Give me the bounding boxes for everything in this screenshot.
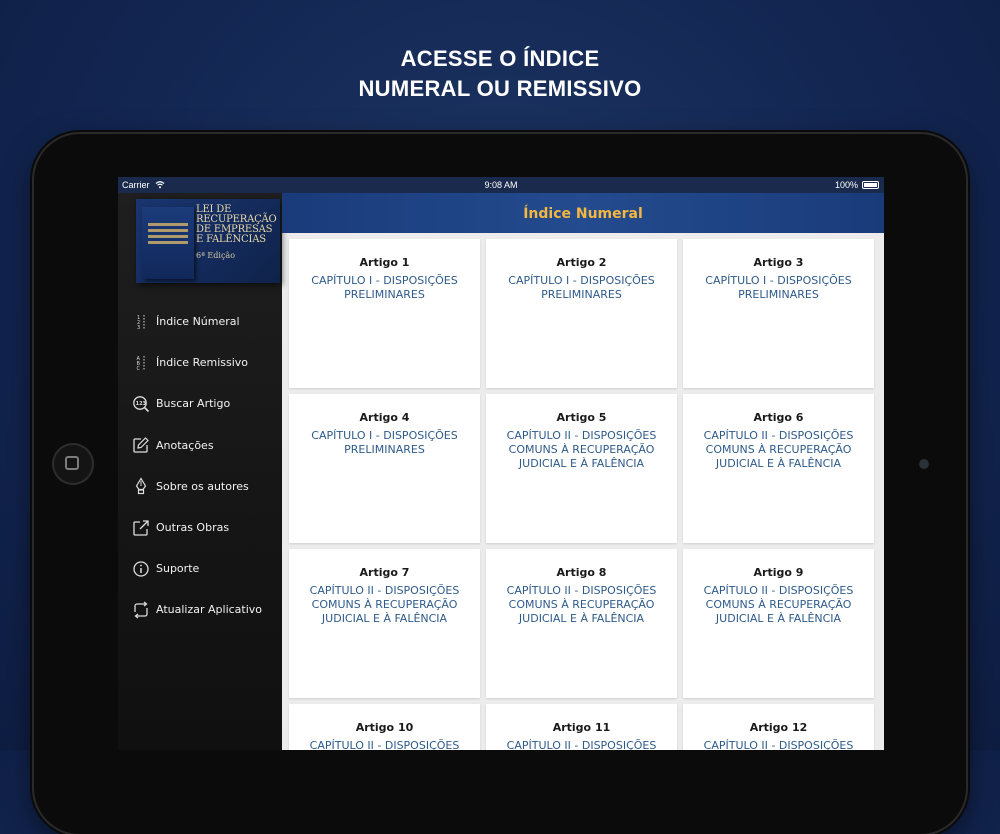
article-card[interactable]: Artigo 9 CAPÍTULO II - DISPOSIÇÕES COMUN… xyxy=(683,549,874,698)
sidebar-item-indice-numeral[interactable]: 1 2 3 Índice Númeral xyxy=(118,301,282,342)
sidebar-item-anotacoes[interactable]: Anotações xyxy=(118,425,282,466)
svg-text:123: 123 xyxy=(136,401,147,407)
article-chapter: CAPÍTULO II - DISPOSIÇÕES xyxy=(309,739,460,750)
home-square-icon xyxy=(65,456,79,470)
battery-percent: 100% xyxy=(834,180,858,190)
article-chapter: CAPÍTULO II - DISPOSIÇÕES COMUNS À RECUP… xyxy=(506,429,657,470)
article-card[interactable]: Artigo 6 CAPÍTULO II - DISPOSIÇÕES COMUN… xyxy=(683,394,874,543)
book-cover-image xyxy=(142,207,194,279)
sidebar-item-suporte[interactable]: Suporte xyxy=(118,548,282,589)
article-card[interactable]: Artigo 8 CAPÍTULO II - DISPOSIÇÕES COMUN… xyxy=(486,549,677,698)
article-title: Artigo 3 xyxy=(753,256,804,269)
sidebar: LEI DE RECUPERAÇÃO DE EMPRESAS E FALÊNCI… xyxy=(118,193,282,750)
book-cover-title: LEI DE RECUPERAÇÃO DE EMPRESAS E FALÊNCI… xyxy=(196,205,280,245)
app-screen: Carrier 9:08 AM 100% LEI DE RECUPERAÇÃO … xyxy=(118,177,884,750)
svg-text:C: C xyxy=(137,366,141,372)
article-title: Artigo 10 xyxy=(355,721,414,734)
promo-title: ACESSE O ÍNDICE NUMERAL OU REMISSIVO xyxy=(0,44,1000,104)
clock: 9:08 AM xyxy=(484,180,518,190)
numbered-list-icon: 1 2 3 xyxy=(132,313,150,331)
article-title: Artigo 1 xyxy=(359,256,410,269)
sidebar-item-label: Outras Obras xyxy=(156,521,230,535)
article-title: Artigo 7 xyxy=(359,566,410,579)
article-chapter: CAPÍTULO II - DISPOSIÇÕES xyxy=(703,739,854,750)
article-title: Artigo 5 xyxy=(556,411,607,424)
page-title: Índice Numeral xyxy=(523,206,643,222)
sidebar-item-outras-obras[interactable]: Outras Obras xyxy=(118,507,282,548)
article-chapter: CAPÍTULO II - DISPOSIÇÕES COMUNS À RECUP… xyxy=(703,584,854,625)
article-card[interactable]: Artigo 11 CAPÍTULO II - DISPOSIÇÕES xyxy=(486,704,677,750)
sidebar-item-atualizar-aplicativo[interactable]: Atualizar Aplicativo xyxy=(118,589,282,630)
article-chapter: CAPÍTULO I - DISPOSIÇÕES PRELIMINARES xyxy=(508,274,655,301)
article-card[interactable]: Artigo 3 CAPÍTULO I - DISPOSIÇÕES PRELIM… xyxy=(683,239,874,388)
search-number-icon: 123 xyxy=(132,395,150,413)
status-bar: Carrier 9:08 AM 100% xyxy=(118,177,884,193)
header-bar: Índice Numeral xyxy=(282,193,884,233)
sidebar-item-buscar-artigo[interactable]: 123 Buscar Artigo xyxy=(118,383,282,424)
article-card[interactable]: Artigo 1 CAPÍTULO I - DISPOSIÇÕES PRELIM… xyxy=(289,239,480,388)
sidebar-item-indice-remissivo[interactable]: A B C Índice Remissivo xyxy=(118,342,282,383)
article-chapter: CAPÍTULO I - DISPOSIÇÕES PRELIMINARES xyxy=(311,274,458,301)
article-chapter: CAPÍTULO II - DISPOSIÇÕES xyxy=(506,739,657,750)
cover-title-line: E FALÊNCIAS xyxy=(196,234,266,245)
article-title: Artigo 9 xyxy=(753,566,804,579)
sidebar-item-label: Sobre os autores xyxy=(156,479,249,493)
article-card[interactable]: Artigo 5 CAPÍTULO II - DISPOSIÇÕES COMUN… xyxy=(486,394,677,543)
battery-icon xyxy=(862,181,879,189)
sync-icon xyxy=(132,601,150,619)
sidebar-item-label: Índice Remissivo xyxy=(156,356,249,370)
article-card[interactable]: Artigo 10 CAPÍTULO II - DISPOSIÇÕES xyxy=(289,704,480,750)
alphabetical-list-icon: A B C xyxy=(132,354,150,372)
article-card[interactable]: Artigo 4 CAPÍTULO I - DISPOSIÇÕES PRELIM… xyxy=(289,394,480,543)
svg-text:3: 3 xyxy=(137,325,140,331)
sidebar-item-label: Atualizar Aplicativo xyxy=(156,603,263,617)
info-icon xyxy=(132,560,150,578)
promo-title-line-2: NUMERAL OU REMISSIVO xyxy=(358,76,642,101)
article-title: Artigo 6 xyxy=(753,411,804,424)
sidebar-item-label: Anotações xyxy=(156,438,214,452)
sidebar-item-label: Buscar Artigo xyxy=(156,397,231,411)
article-title: Artigo 2 xyxy=(556,256,607,269)
article-title: Artigo 8 xyxy=(556,566,607,579)
article-chapter: CAPÍTULO II - DISPOSIÇÕES COMUNS À RECUP… xyxy=(506,584,657,625)
sidebar-menu: 1 2 3 Índice Númeral A B C Índice Remiss… xyxy=(118,301,282,631)
edit-note-icon xyxy=(132,436,150,454)
article-chapter: CAPÍTULO I - DISPOSIÇÕES PRELIMINARES xyxy=(311,429,458,456)
home-button[interactable] xyxy=(52,443,94,485)
promo-title-line-1: ACESSE O ÍNDICE xyxy=(400,46,600,71)
article-chapter: CAPÍTULO II - DISPOSIÇÕES COMUNS À RECUP… xyxy=(309,584,460,625)
article-chapter: CAPÍTULO II - DISPOSIÇÕES COMUNS À RECUP… xyxy=(703,429,854,470)
book-cover: LEI DE RECUPERAÇÃO DE EMPRESAS E FALÊNCI… xyxy=(136,199,280,283)
camera-icon xyxy=(919,459,929,469)
fountain-pen-icon xyxy=(132,477,150,495)
article-grid: Artigo 1 CAPÍTULO I - DISPOSIÇÕES PRELIM… xyxy=(289,239,879,750)
article-card[interactable]: Artigo 7 CAPÍTULO II - DISPOSIÇÕES COMUN… xyxy=(289,549,480,698)
external-link-icon xyxy=(132,519,150,537)
main-content: Índice Numeral Artigo 1 CAPÍTULO I - DIS… xyxy=(282,193,884,750)
sidebar-item-label: Índice Númeral xyxy=(156,315,240,329)
article-card[interactable]: Artigo 12 CAPÍTULO II - DISPOSIÇÕES xyxy=(683,704,874,750)
sidebar-item-label: Suporte xyxy=(156,562,200,576)
article-chapter: CAPÍTULO I - DISPOSIÇÕES PRELIMINARES xyxy=(705,274,852,301)
article-card[interactable]: Artigo 2 CAPÍTULO I - DISPOSIÇÕES PRELIM… xyxy=(486,239,677,388)
article-title: Artigo 12 xyxy=(749,721,808,734)
article-title: Artigo 4 xyxy=(359,411,410,424)
sidebar-item-sobre-os-autores[interactable]: Sobre os autores xyxy=(118,466,282,507)
article-title: Artigo 11 xyxy=(552,721,611,734)
book-edition: 6ª Edição xyxy=(196,251,236,260)
